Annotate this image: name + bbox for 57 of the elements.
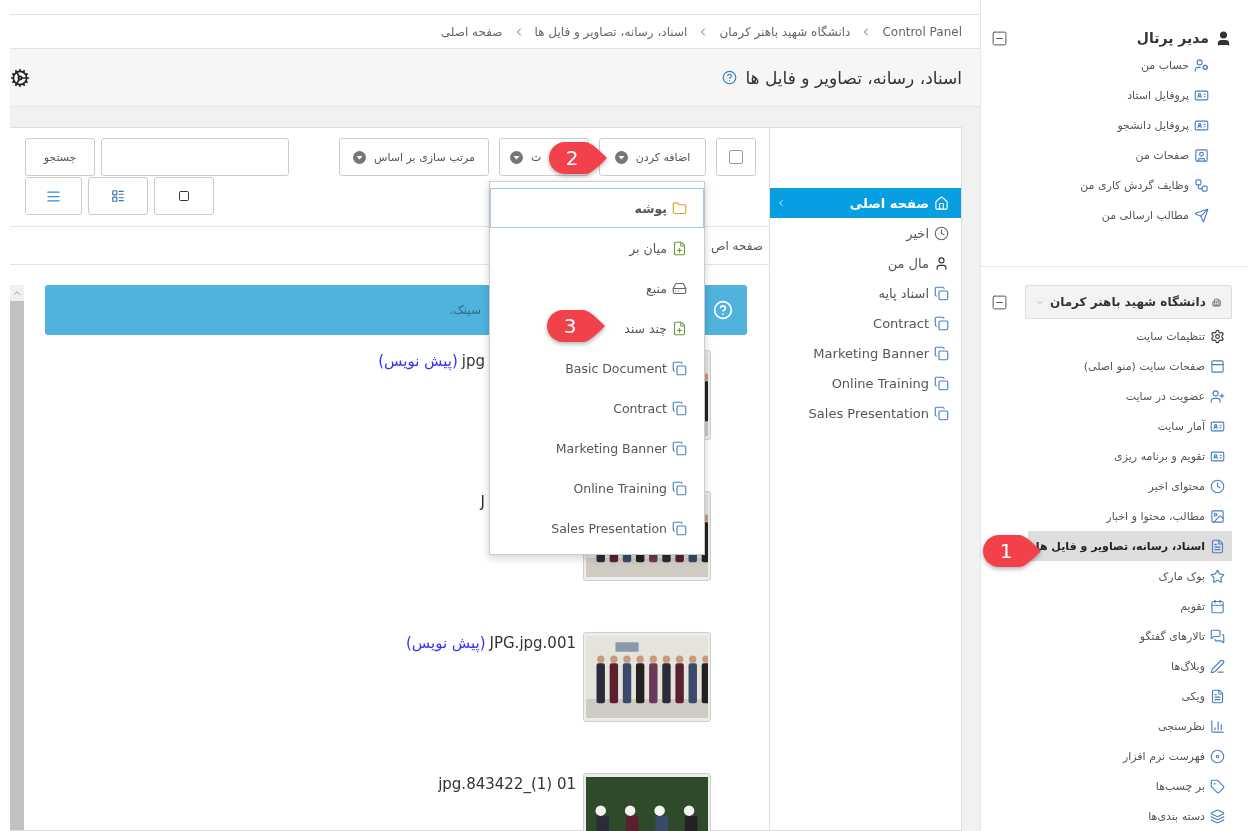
menu-item[interactable]: Online Training: [490, 468, 704, 508]
draft-link[interactable]: (پیش نویس): [406, 634, 486, 652]
folder-item[interactable]: Marketing Banner: [770, 338, 961, 368]
breadcrumb-link[interactable]: دانشگاه شهید باهنر کرمان: [719, 24, 851, 39]
sidebar-item[interactable]: محتوای اخیر: [1140, 471, 1232, 501]
page-title: اسناد، رسانه، تصاویر و فایل ها: [745, 67, 962, 88]
menu-item[interactable]: Basic Document: [490, 348, 704, 388]
section-title: مدیر پرتال: [1136, 30, 1209, 46]
breadcrumb-link[interactable]: اسناد، رسانه، تصاویر و فایل ها: [534, 24, 688, 39]
menu-item[interactable]: Sales Presentation: [490, 508, 704, 548]
folder-item[interactable]: اسناد پایه: [770, 278, 961, 308]
file-name[interactable]: J: [480, 493, 485, 511]
menu-item[interactable]: پوشه: [490, 188, 704, 228]
file-name[interactable]: jpg.843422_(1) 01: [438, 775, 576, 793]
sidebar-item[interactable]: تقویم: [1172, 591, 1232, 621]
breadcrumb-link[interactable]: Control Panel: [882, 24, 962, 39]
folder-item[interactable]: اخیر: [770, 218, 961, 248]
folder-path: صفحه اص: [710, 238, 763, 253]
sidebar-item[interactable]: وظایف گردش کاری من: [1072, 170, 1216, 200]
folder-item[interactable]: Online Training: [770, 368, 961, 398]
sidebar-item[interactable]: تالارهای گفتگو: [1131, 621, 1232, 651]
draft-link[interactable]: (پیش نویس): [378, 352, 458, 370]
sidebar-item[interactable]: تنظیمات سایت: [1128, 321, 1232, 351]
sidebar-item[interactable]: عضویت در سایت: [1117, 381, 1232, 411]
sidebar-item[interactable]: نظرسنجی: [1150, 711, 1232, 741]
sidebar-item[interactable]: تقویم و برنامه ریزی: [1106, 441, 1232, 471]
file-name[interactable]: jpg: [461, 352, 485, 370]
sidebar-item[interactable]: وبلاگ‌ها: [1163, 651, 1232, 681]
menu-item[interactable]: Marketing Banner: [490, 428, 704, 468]
step-callout-tooltip: 2: [548, 141, 608, 175]
folder-item[interactable]: Contract: [770, 308, 961, 338]
add-button[interactable]: اضافه کردن: [599, 138, 706, 176]
sidebar-item[interactable]: ویکی: [1173, 681, 1232, 711]
sidebar-item[interactable]: بر چسب‌ها: [1147, 771, 1232, 801]
file-name[interactable]: JPG.jpg.001: [489, 634, 576, 652]
sidebar-item[interactable]: آمار سایت: [1149, 411, 1232, 441]
alert-text: سینک.: [449, 303, 481, 317]
site-dropdown[interactable]: دانشگاه شهید باهنر کرمان: [1025, 285, 1232, 319]
sidebar-item[interactable]: صفحات من: [1127, 140, 1216, 170]
sidebar-item[interactable]: پروفایل استاد: [1119, 80, 1216, 110]
menu-item[interactable]: منبع: [490, 268, 704, 308]
sidebar-item[interactable]: بوک مارک: [1150, 561, 1232, 591]
sidebar-item[interactable]: حساب من: [1132, 50, 1216, 80]
folder-item[interactable]: Sales Presentation: [770, 398, 961, 428]
sort-button[interactable]: مرتب سازی بر اساس: [339, 138, 489, 176]
breadcrumb-link[interactable]: صفحه اصلی: [440, 24, 503, 39]
menu-item[interactable]: Contract: [490, 388, 704, 428]
sidebar-item[interactable]: فهرست نرم افزار: [1114, 741, 1232, 771]
sidebar-item[interactable]: مطالب ارسالی من: [1093, 200, 1216, 230]
menu-item[interactable]: میان بر: [490, 228, 704, 268]
folder-item[interactable]: مال من: [770, 248, 961, 278]
sidebar-item[interactable]: پروفایل دانشجو: [1109, 110, 1216, 140]
sidebar-item[interactable]: مطالب، محتوا و اخبار: [1098, 501, 1232, 531]
sidebar-item[interactable]: صفحات سایت (منو اصلی): [1075, 351, 1232, 381]
search-button[interactable]: جستجو: [25, 138, 95, 176]
step-callout-tooltip: 3: [546, 309, 606, 343]
sidebar-item[interactable]: دسته بندی‌ها: [1140, 801, 1232, 831]
